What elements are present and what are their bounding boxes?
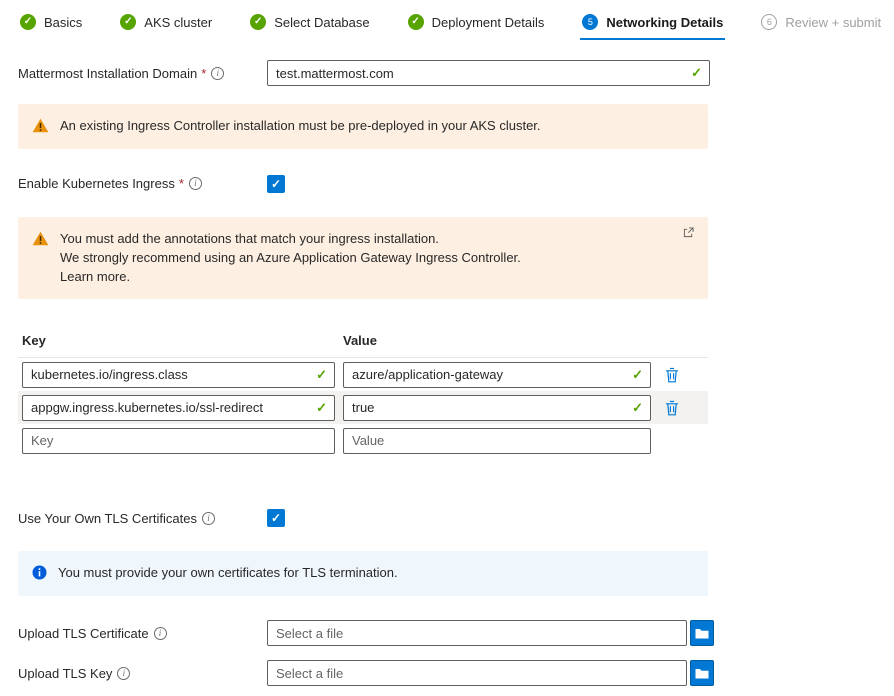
folder-icon xyxy=(695,628,709,639)
trash-icon xyxy=(665,367,679,383)
domain-input-wrap: ✓ xyxy=(267,60,710,86)
key-browse-button[interactable] xyxy=(690,660,714,686)
upload-cert-row: Upload TLS Certificate i xyxy=(18,620,894,646)
cert-file-input[interactable] xyxy=(267,620,687,646)
delete-row-button[interactable] xyxy=(661,365,683,385)
info-text: You must provide your own certificates f… xyxy=(58,564,398,583)
annotation-value-input[interactable] xyxy=(343,428,651,454)
info-icon[interactable]: i xyxy=(154,627,167,640)
annotation-value-input[interactable] xyxy=(343,395,651,421)
tab-deployment-details[interactable]: ✓ Deployment Details xyxy=(406,10,547,40)
info-filled-icon xyxy=(32,565,47,580)
external-link-icon[interactable] xyxy=(683,227,694,238)
info-icon[interactable]: i xyxy=(117,667,130,680)
tab-label: Select Database xyxy=(274,15,369,30)
ingress-checkbox[interactable]: ✓ xyxy=(267,175,285,193)
learn-more-link[interactable]: Learn more. xyxy=(60,268,521,287)
annotation-row-empty xyxy=(18,424,708,457)
annotation-value-input[interactable] xyxy=(343,362,651,388)
check-icon: ✓ xyxy=(120,14,136,30)
annotations-table: Key Value ✓ ✓ ✓ xyxy=(18,325,708,457)
label-text: Upload TLS Key xyxy=(18,666,112,681)
tab-aks-cluster[interactable]: ✓ AKS cluster xyxy=(118,10,214,40)
warning-line-1: You must add the annotations that match … xyxy=(60,230,521,249)
checkbox-check-icon: ✓ xyxy=(271,512,281,524)
domain-label: Mattermost Installation Domain * i xyxy=(18,66,267,81)
ingress-row: Enable Kubernetes Ingress * i ✓ xyxy=(18,175,894,193)
cert-browse-button[interactable] xyxy=(690,620,714,646)
required-marker: * xyxy=(201,66,206,81)
warning-line-2: We strongly recommend using an Azure App… xyxy=(60,249,521,268)
tab-label: Review + submit xyxy=(785,15,881,30)
tls-info-banner: You must provide your own certificates f… xyxy=(18,551,708,596)
tab-label: Basics xyxy=(44,15,82,30)
warning-icon xyxy=(32,118,49,133)
delete-row-button[interactable] xyxy=(661,398,683,418)
warning-text: An existing Ingress Controller installat… xyxy=(60,117,541,136)
info-icon[interactable]: i xyxy=(211,67,224,80)
domain-row: Mattermost Installation Domain * i ✓ xyxy=(18,60,894,86)
annotation-key-input[interactable] xyxy=(22,395,335,421)
warning-text: You must add the annotations that match … xyxy=(60,230,521,287)
key-file-picker xyxy=(267,660,714,686)
key-file-input[interactable] xyxy=(267,660,687,686)
label-text: Upload TLS Certificate xyxy=(18,626,149,641)
ingress-label: Enable Kubernetes Ingress * i xyxy=(18,176,267,191)
warning-icon xyxy=(32,231,49,246)
upload-key-label: Upload TLS Key i xyxy=(18,666,267,681)
folder-icon xyxy=(695,668,709,679)
checkbox-check-icon: ✓ xyxy=(271,178,281,190)
tls-checkbox[interactable]: ✓ xyxy=(267,509,285,527)
upload-cert-label: Upload TLS Certificate i xyxy=(18,626,267,641)
step-number-badge: 5 xyxy=(582,14,598,30)
upload-key-row: Upload TLS Key i xyxy=(18,660,894,686)
step-number-badge: 6 xyxy=(761,14,777,30)
check-icon: ✓ xyxy=(408,14,424,30)
wizard-tabs: ✓ Basics ✓ AKS cluster ✓ Select Database… xyxy=(18,10,894,40)
tab-select-database[interactable]: ✓ Select Database xyxy=(248,10,371,40)
ingress-warning-banner: An existing Ingress Controller installat… xyxy=(18,104,708,149)
tab-review-submit: 6 Review + submit xyxy=(759,10,883,40)
tab-label: Deployment Details xyxy=(432,15,545,30)
annotation-row: ✓ ✓ xyxy=(18,391,708,424)
tls-label: Use Your Own TLS Certificates i xyxy=(18,511,267,526)
value-column-header: Value xyxy=(343,333,377,348)
annotation-key-input[interactable] xyxy=(22,428,335,454)
tab-networking-details[interactable]: 5 Networking Details xyxy=(580,10,725,40)
annotation-row: ✓ ✓ xyxy=(18,358,708,391)
check-icon: ✓ xyxy=(20,14,36,30)
cert-file-picker xyxy=(267,620,714,646)
domain-input[interactable] xyxy=(267,60,710,86)
annotation-key-input[interactable] xyxy=(22,362,335,388)
tab-label: AKS cluster xyxy=(144,15,212,30)
tab-basics[interactable]: ✓ Basics xyxy=(18,10,84,40)
label-text: Enable Kubernetes Ingress xyxy=(18,176,175,191)
label-text: Use Your Own TLS Certificates xyxy=(18,511,197,526)
networking-details-page: ✓ Basics ✓ AKS cluster ✓ Select Database… xyxy=(0,0,894,686)
check-icon: ✓ xyxy=(250,14,266,30)
required-marker: * xyxy=(179,176,184,191)
annotations-table-header: Key Value xyxy=(18,325,708,358)
info-icon[interactable]: i xyxy=(202,512,215,525)
label-text: Mattermost Installation Domain xyxy=(18,66,197,81)
tls-row: Use Your Own TLS Certificates i ✓ xyxy=(18,509,894,527)
key-column-header: Key xyxy=(22,333,343,348)
info-icon[interactable]: i xyxy=(189,177,202,190)
tab-label: Networking Details xyxy=(606,15,723,30)
annotations-warning-banner: You must add the annotations that match … xyxy=(18,217,708,300)
trash-icon xyxy=(665,400,679,416)
